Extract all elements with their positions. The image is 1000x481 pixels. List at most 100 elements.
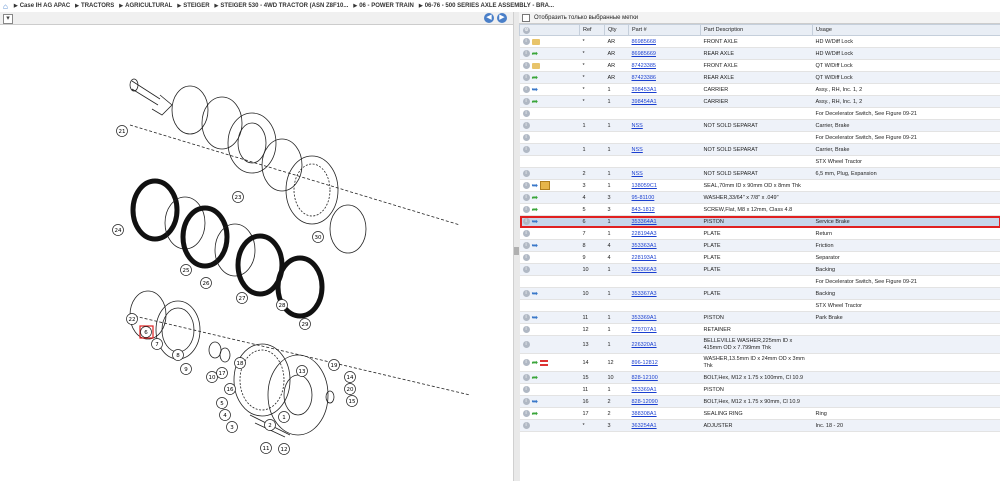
part-number-link[interactable]: 353366A3 bbox=[632, 267, 657, 273]
part-number-link[interactable]: NSS bbox=[632, 123, 643, 129]
info-icon[interactable]: i bbox=[522, 146, 530, 153]
green-arrow-icon[interactable]: ➦ bbox=[532, 193, 539, 201]
callout-number[interactable]: 16 bbox=[227, 387, 234, 393]
info-icon[interactable]: i bbox=[522, 398, 530, 405]
info-icon[interactable]: i bbox=[522, 254, 530, 261]
green-arrow-icon[interactable]: ➦ bbox=[532, 49, 539, 57]
part-number-link[interactable]: 353369A1 bbox=[632, 315, 657, 321]
blue-arrow-icon[interactable]: ➥ bbox=[532, 397, 539, 405]
info-icon[interactable]: i bbox=[522, 194, 530, 201]
part-number-link[interactable]: 843-1812 bbox=[632, 207, 655, 213]
callout-number[interactable]: 2 bbox=[268, 423, 272, 429]
info-icon[interactable]: i bbox=[522, 170, 530, 177]
table-row[interactable]: i ➦ 5 3 843-1812 SCREW,Flat, M8 x 12mm, Class… bbox=[519, 203, 1000, 216]
breadcrumb-item[interactable]: 06-76 - 500 SERIES AXLE ASSEMBLY - BRA..… bbox=[425, 3, 554, 9]
callout-number[interactable]: 30 bbox=[315, 235, 322, 241]
info-icon[interactable]: i bbox=[522, 290, 530, 297]
table-row[interactable]: i ➥ 6 1 353364A1 PISTON Service Brake bbox=[519, 215, 1000, 228]
table-row[interactable]: i ➦ 15 10 828-12100 BOLT,Hex, M12 x 1.75 x 10… bbox=[519, 371, 1000, 384]
table-row[interactable]: i ➦ 17 2 388308A1 SEALING RING Ring bbox=[519, 407, 1000, 420]
table-row[interactable]: i * 3 363254A1 ADJUSTER Inc. 18 - 20 bbox=[519, 419, 1000, 432]
col-usage[interactable]: Usage bbox=[812, 24, 1000, 36]
part-number-link[interactable]: 228193A1 bbox=[632, 255, 657, 261]
table-row[interactable]: i 2 1 NSS NOT SOLD SEPARAT 6,5 mm, Plug, Expa… bbox=[519, 167, 1000, 180]
info-icon[interactable]: i bbox=[522, 386, 530, 393]
callout-number[interactable]: 11 bbox=[263, 446, 270, 452]
table-row[interactable]: i For Decelerator Switch, See Figure 09-2… bbox=[519, 131, 1000, 144]
table-row[interactable]: i ➥ 3 1 138059C1 SEAL,70mm ID x 90mm OD x 8mm… bbox=[519, 179, 1000, 192]
table-row[interactable]: i ➦ * AR 86985669 REAR AXLE HD W/Diff Lock bbox=[519, 47, 1000, 60]
info-icon[interactable]: i bbox=[522, 182, 530, 189]
info-icon[interactable]: i bbox=[522, 38, 530, 45]
callout-number[interactable]: 5 bbox=[220, 401, 224, 407]
callout-number[interactable]: 7 bbox=[155, 342, 159, 348]
table-row[interactable]: i 10 1 353366A3 PLATE Backing bbox=[519, 263, 1000, 276]
info-icon[interactable]: i bbox=[522, 86, 530, 93]
info-icon[interactable]: i bbox=[522, 266, 530, 273]
part-number-link[interactable]: 398453A1 bbox=[632, 87, 657, 93]
part-number-link[interactable]: 363254A1 bbox=[632, 423, 657, 429]
table-row[interactable]: i ➦ 14 12 896-12812 WASHER,13.5mm ID x 24mm O… bbox=[519, 353, 1000, 372]
part-number-link[interactable]: NSS bbox=[632, 171, 643, 177]
flag-icon[interactable] bbox=[540, 359, 549, 366]
table-row[interactable]: i * AR 87423385 FRONT AXLE QT W/Diff Lock bbox=[519, 59, 1000, 72]
table-row[interactable]: For Decelerator Switch, See Figure 09-21 bbox=[519, 275, 1000, 288]
col-description[interactable]: Part Description bbox=[700, 24, 813, 36]
callout-number[interactable]: 17 bbox=[219, 371, 226, 377]
callout-number[interactable]: 8 bbox=[176, 353, 180, 359]
folder-icon[interactable] bbox=[531, 38, 540, 45]
next-icon[interactable]: ▶ bbox=[497, 13, 507, 23]
package-icon[interactable] bbox=[540, 181, 551, 190]
callout-number[interactable]: 12 bbox=[281, 447, 288, 453]
blue-arrow-icon[interactable]: ➥ bbox=[532, 217, 539, 225]
table-row[interactable]: i ➥ 16 2 828-12090 BOLT,Hex, M12 x 1.75 x 90m… bbox=[519, 395, 1000, 408]
callout-number[interactable]: 20 bbox=[347, 387, 354, 393]
info-icon[interactable]: i bbox=[522, 374, 530, 381]
table-row[interactable]: i ➥ 11 1 353369A1 PISTON Park Brake bbox=[519, 311, 1000, 324]
table-row[interactable]: i ➦ * AR 87423386 REAR AXLE QT W/Diff Lock bbox=[519, 71, 1000, 84]
table-row[interactable]: STX Wheel Tractor bbox=[519, 155, 1000, 168]
info-icon[interactable]: i bbox=[522, 74, 530, 81]
callout-number[interactable]: 22 bbox=[129, 317, 136, 323]
table-row[interactable]: i 1 1 NSS NOT SOLD SEPARAT Carrier, Brake bbox=[519, 119, 1000, 132]
callout-number[interactable]: 26 bbox=[203, 281, 210, 287]
part-number-link[interactable]: 398454A1 bbox=[632, 99, 657, 105]
blue-arrow-icon[interactable]: ➥ bbox=[532, 289, 539, 297]
table-row[interactable]: i 9 4 228193A1 PLATE Separator bbox=[519, 251, 1000, 264]
part-number-link[interactable]: 86985668 bbox=[632, 39, 656, 45]
callout-number[interactable]: 1 bbox=[282, 415, 286, 421]
settings-column-header[interactable]: ⚙ bbox=[519, 24, 580, 36]
green-arrow-icon[interactable]: ➦ bbox=[532, 373, 539, 381]
breadcrumb-item[interactable]: Case IH AG APAC bbox=[20, 3, 70, 9]
callout-number[interactable]: 19 bbox=[331, 363, 338, 369]
callout-number[interactable]: 10 bbox=[209, 375, 216, 381]
breadcrumb-item[interactable]: STEIGER bbox=[183, 3, 209, 9]
green-arrow-icon[interactable]: ➦ bbox=[532, 358, 539, 366]
table-row[interactable]: i 7 1 228194A3 PLATE Return bbox=[519, 227, 1000, 240]
callout-number[interactable]: 15 bbox=[349, 399, 356, 405]
part-number-link[interactable]: 828-12100 bbox=[632, 375, 658, 381]
table-row[interactable]: i ➥ * 1 398453A1 CARRIER Assy., RH, Inc. 1, 2 bbox=[519, 83, 1000, 96]
table-row[interactable]: i 11 1 353369A1 PISTON bbox=[519, 383, 1000, 396]
part-number-link[interactable]: 279707A1 bbox=[632, 327, 657, 333]
breadcrumb-item[interactable]: 06 - POWER TRAIN bbox=[359, 3, 414, 9]
part-number-link[interactable]: 87423386 bbox=[632, 75, 656, 81]
info-icon[interactable]: i bbox=[522, 206, 530, 213]
breadcrumb-item[interactable]: STEIGER 530 - 4WD TRACTOR (ASN Z8F10... bbox=[220, 3, 348, 9]
gear-icon[interactable]: ⚙ bbox=[523, 26, 530, 34]
table-row[interactable]: i ➥ 10 1 353367A3 PLATE Backing bbox=[519, 287, 1000, 300]
callout-number[interactable]: 6 bbox=[144, 330, 148, 336]
info-icon[interactable]: i bbox=[522, 359, 530, 366]
part-number-link[interactable]: 388308A1 bbox=[632, 411, 657, 417]
col-part-number[interactable]: Part # bbox=[628, 24, 701, 36]
info-icon[interactable]: i bbox=[522, 410, 530, 417]
part-number-link[interactable]: 226320A1 bbox=[632, 342, 657, 348]
green-arrow-icon[interactable]: ➦ bbox=[532, 97, 539, 105]
blue-arrow-icon[interactable]: ➥ bbox=[532, 241, 539, 249]
part-number-link[interactable]: 896-12812 bbox=[632, 360, 658, 366]
part-number-link[interactable]: 228194A3 bbox=[632, 231, 657, 237]
home-icon[interactable]: ⌂ bbox=[3, 2, 8, 11]
green-arrow-icon[interactable]: ➦ bbox=[532, 205, 539, 213]
info-icon[interactable]: i bbox=[522, 314, 530, 321]
info-icon[interactable]: i bbox=[522, 122, 530, 129]
